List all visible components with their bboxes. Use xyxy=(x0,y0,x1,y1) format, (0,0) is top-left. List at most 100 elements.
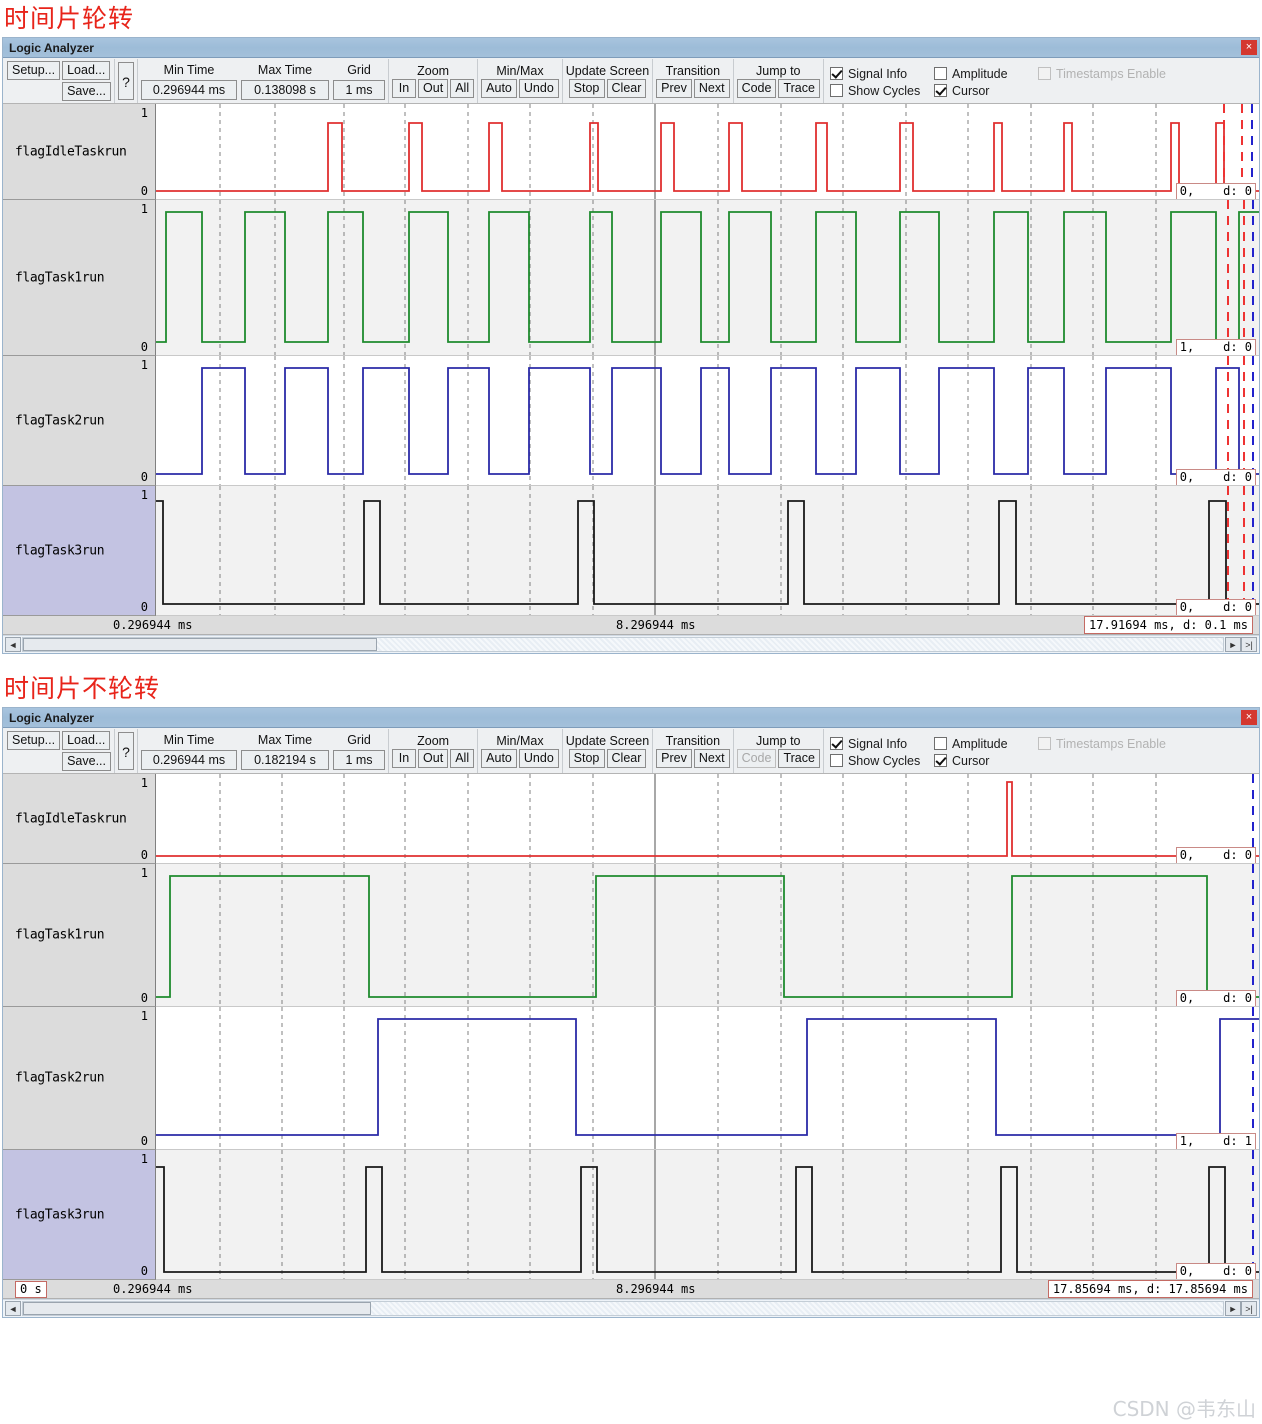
scroll-track[interactable] xyxy=(22,1301,1224,1316)
scroll-left-icon[interactable]: ◄ xyxy=(5,1301,21,1316)
window-title-2: Logic Analyzer xyxy=(9,710,94,725)
update-stop-button[interactable]: Stop xyxy=(568,749,605,768)
horizontal-scrollbar-1[interactable]: ◄ ► >| xyxy=(3,635,1259,653)
scroll-right-icon[interactable]: ► xyxy=(1225,1301,1241,1316)
jump-code-button[interactable]: Code xyxy=(736,79,777,98)
minmax-label: Min/Max xyxy=(496,64,544,78)
horizontal-scrollbar-2[interactable]: ◄ ► >| xyxy=(3,1299,1259,1317)
grid-field[interactable]: 1 ms xyxy=(333,749,386,770)
jump-trace-button[interactable]: Trace xyxy=(778,749,820,768)
setup-button[interactable]: Setup... xyxy=(7,731,61,750)
show-cycles-checkbox[interactable]: Show Cycles xyxy=(829,84,934,98)
zoom-out-button[interactable]: Out xyxy=(418,79,449,98)
save-button[interactable]: Save... xyxy=(62,82,112,101)
scroll-end-icon[interactable]: >| xyxy=(1241,637,1257,652)
timestamps-enable-checkbox[interactable]: Timestamps Enable xyxy=(1037,67,1166,81)
help-button[interactable]: ? xyxy=(118,732,135,770)
signal-value-box-4: 0, d: 0 xyxy=(1175,599,1256,615)
waveform-area-2: flagIdleTaskrun 1 0 0, d: 0 flagTask1run… xyxy=(3,774,1259,1280)
cursor-checkbox[interactable]: Cursor xyxy=(933,754,989,768)
transition-next-button[interactable]: Next xyxy=(693,79,730,98)
checkbox-icon xyxy=(829,754,843,767)
scroll-right-icon[interactable]: ► xyxy=(1225,637,1241,652)
scroll-track[interactable] xyxy=(22,637,1224,652)
timestamps-enable-checkbox[interactable]: Timestamps Enable xyxy=(1037,737,1166,751)
waveform-svg xyxy=(156,200,1259,355)
minmax-auto-button[interactable]: Auto xyxy=(481,79,517,98)
max-time-field[interactable]: 0.138098 s xyxy=(241,79,330,100)
cursor-checkbox[interactable]: Cursor xyxy=(933,84,989,98)
close-icon[interactable]: × xyxy=(1241,40,1257,55)
help-button[interactable]: ? xyxy=(118,62,135,100)
zoom-in-button[interactable]: In xyxy=(392,749,417,768)
minmax-auto-button[interactable]: Auto xyxy=(481,749,517,768)
signal-high-value: 1 xyxy=(140,488,148,502)
amplitude-checkbox[interactable]: Amplitude xyxy=(933,737,1038,751)
signal-info-checkbox[interactable]: Signal Info xyxy=(829,736,934,751)
signal-plot-flagidletaskrun-2[interactable]: 0, d: 0 xyxy=(156,774,1259,864)
update-clear-button[interactable]: Clear xyxy=(606,79,647,98)
transition-prev-button[interactable]: Prev xyxy=(656,749,692,768)
load-button[interactable]: Load... xyxy=(62,731,111,750)
minmax-undo-button[interactable]: Undo xyxy=(518,749,559,768)
amplitude-checkbox[interactable]: Amplitude xyxy=(933,67,1038,81)
signal-plot-flagtask2run-1[interactable]: 0, d: 0 xyxy=(156,356,1259,486)
signal-info-checkbox[interactable]: Signal Info xyxy=(829,67,934,81)
min-time-field[interactable]: 0.296944 ms xyxy=(141,79,238,100)
zoom-all-button[interactable]: All xyxy=(450,79,475,98)
transition-next-button[interactable]: Next xyxy=(693,749,730,768)
signal-label-flagtask1run-1[interactable]: flagTask1run 1 0 xyxy=(3,200,156,356)
jump-code-button: Code xyxy=(736,749,777,768)
jump-trace-button[interactable]: Trace xyxy=(778,79,820,98)
toolbar-2: Setup... Load... Setup... Save... ? Min … xyxy=(3,728,1259,774)
signal-plot-flagtask1run-1[interactable]: 1, d: 0 xyxy=(156,200,1259,356)
zoom-all-button[interactable]: All xyxy=(450,749,475,768)
signal-high-value: 1 xyxy=(140,358,148,372)
scroll-left-icon[interactable]: ◄ xyxy=(5,637,21,652)
timebar-right-time: 17.85694 ms, d: 17.85694 ms xyxy=(1047,1280,1253,1298)
signal-plot-flagtask2run-2[interactable]: 1, d: 1 xyxy=(156,1007,1259,1150)
scroll-end-icon[interactable]: >| xyxy=(1241,1301,1257,1316)
scroll-thumb[interactable] xyxy=(23,638,377,651)
signal-label-flagtask2run-1[interactable]: flagTask2run 1 0 xyxy=(3,356,156,486)
signal-plot-flagtask1run-2[interactable]: 0, d: 0 xyxy=(156,864,1259,1007)
signal-info-label: Signal Info xyxy=(847,736,908,751)
signal-value-box-1: 0, d: 0 xyxy=(1175,847,1256,863)
show-cycles-checkbox[interactable]: Show Cycles xyxy=(829,754,934,768)
signal-row-flagidletaskrun-1: flagIdleTaskrun 1 0 0, d: 0 xyxy=(3,104,1259,200)
close-icon[interactable]: × xyxy=(1241,710,1257,725)
transition-prev-button[interactable]: Prev xyxy=(656,79,692,98)
zoom-in-button[interactable]: In xyxy=(392,79,417,98)
transition-label: Transition xyxy=(665,64,721,78)
signal-label-flagtask3run-1[interactable]: flagTask3run 1 0 xyxy=(3,486,156,616)
signal-plot-flagidletaskrun-1[interactable]: 0, d: 0 xyxy=(156,104,1259,200)
grid-label: Grid xyxy=(347,732,371,747)
signal-name: flagTask3run xyxy=(15,1207,105,1222)
grid-field[interactable]: 1 ms xyxy=(333,79,386,100)
update-stop-button[interactable]: Stop xyxy=(568,79,605,98)
signal-label-flagtask1run-2[interactable]: flagTask1run 1 0 xyxy=(3,864,156,1007)
setup-button[interactable]: Setup... xyxy=(7,61,61,80)
signal-label-flagidletaskrun-1[interactable]: flagIdleTaskrun 1 0 xyxy=(3,104,156,200)
signal-plot-flagtask3run-2[interactable]: 0, d: 0 xyxy=(156,1150,1259,1280)
max-time-field[interactable]: 0.182194 s xyxy=(241,749,330,770)
min-time-field[interactable]: 0.296944 ms xyxy=(141,749,238,770)
signal-high-value: 1 xyxy=(140,776,148,790)
signal-label-flagidletaskrun-2[interactable]: flagIdleTaskrun 1 0 xyxy=(3,774,156,864)
signal-name: flagTask1run xyxy=(15,270,105,285)
load-button[interactable]: Load... xyxy=(62,61,111,80)
signal-label-flagtask3run-2[interactable]: flagTask3run 1 0 xyxy=(3,1150,156,1280)
minmax-undo-button[interactable]: Undo xyxy=(518,79,559,98)
zoom-out-button[interactable]: Out xyxy=(418,749,449,768)
signal-value-box-1: 0, d: 0 xyxy=(1175,183,1256,199)
update-clear-button[interactable]: Clear xyxy=(606,749,647,768)
save-button[interactable]: Save... xyxy=(62,752,112,771)
scroll-thumb[interactable] xyxy=(23,1302,371,1315)
signal-name: flagTask3run xyxy=(15,543,105,558)
signal-label-flagtask2run-2[interactable]: flagTask2run 1 0 xyxy=(3,1007,156,1150)
signal-high-value: 1 xyxy=(140,866,148,880)
jump-to-label: Jump to xyxy=(756,64,801,78)
signal-plot-flagtask3run-1[interactable]: 0, d: 0 xyxy=(156,486,1259,616)
checkbox-icon xyxy=(1037,67,1051,80)
max-time-label: Max Time xyxy=(257,62,313,77)
